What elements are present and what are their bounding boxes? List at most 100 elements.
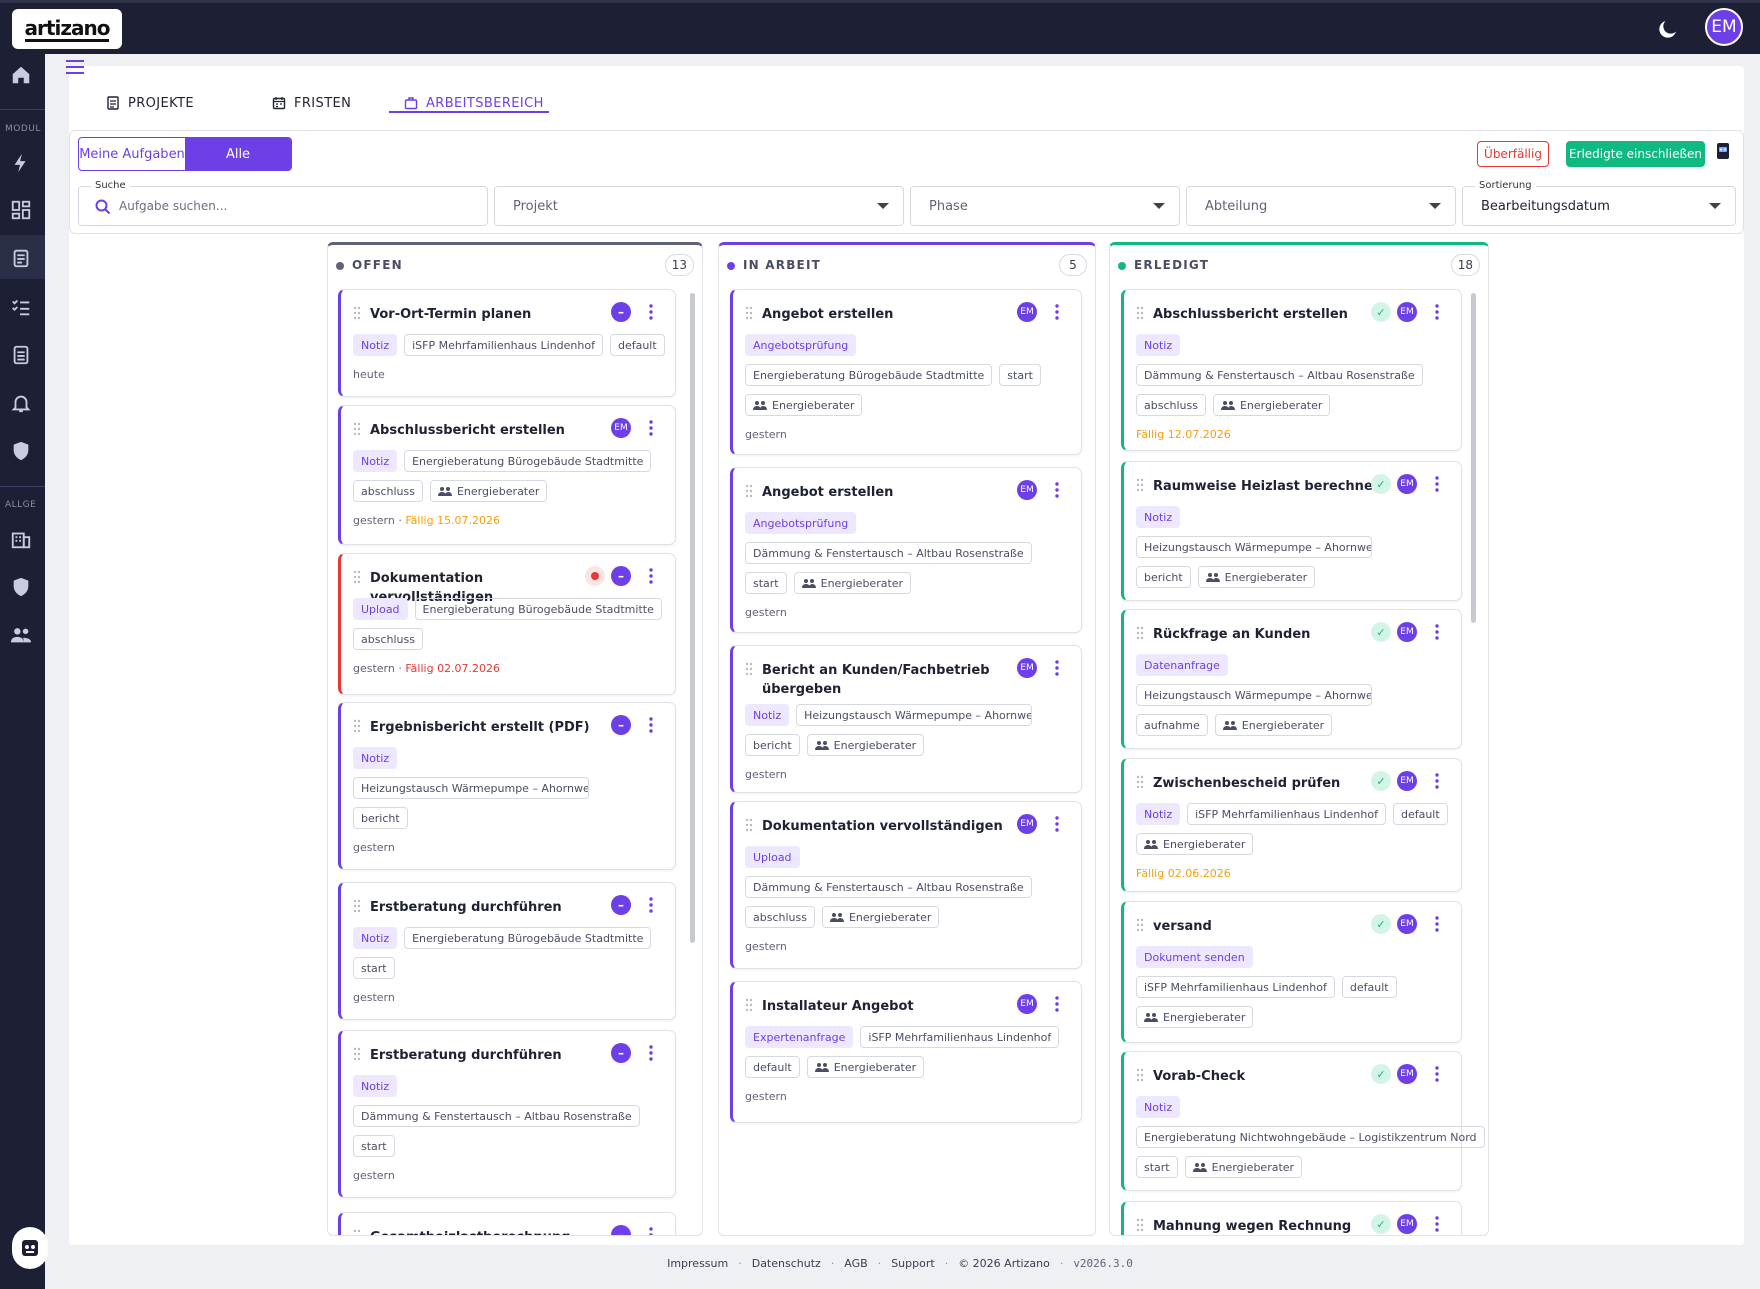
remove-assignee-icon[interactable]: – [611, 895, 631, 915]
footer-link-support[interactable]: Support [891, 1257, 934, 1270]
task-title[interactable]: Dokumentation vervollständigen [762, 817, 1004, 836]
checklist-icon[interactable] [10, 296, 32, 318]
task-card[interactable]: Dokumentation vervollständigen – Upload Ene… [338, 553, 676, 695]
lightning-icon[interactable] [10, 152, 32, 174]
footer-link-agb[interactable]: AGB [844, 1257, 867, 1270]
task-title[interactable]: Gesamtheizlastberechnung [370, 1228, 598, 1235]
users-icon[interactable] [10, 624, 32, 646]
task-card[interactable]: versand EM ✓ Dokument senden iSFP Mehrfamili… [1121, 901, 1462, 1043]
remove-assignee-icon[interactable]: – [611, 1225, 631, 1235]
dark-mode-moon-icon[interactable] [1656, 17, 1680, 41]
task-card[interactable]: Vor-Ort-Termin planen – Notiz iSFP Mehrfami… [338, 289, 676, 397]
document-icon[interactable] [10, 344, 32, 366]
shield-settings-icon[interactable] [10, 440, 32, 462]
assignee-avatar[interactable]: EM [1397, 914, 1417, 934]
toggle-all[interactable]: Alle [185, 138, 291, 170]
user-avatar[interactable]: EM [1705, 8, 1743, 46]
drag-handle-icon[interactable] [353, 1047, 361, 1061]
more-options-icon[interactable] [649, 1227, 653, 1236]
more-options-icon[interactable] [1055, 816, 1059, 832]
assignee-avatar[interactable]: EM [1017, 480, 1037, 500]
drag-handle-icon[interactable] [1136, 306, 1144, 320]
project-select[interactable]: Projekt [494, 186, 904, 226]
drag-handle-icon[interactable] [353, 570, 361, 584]
assignee-avatar[interactable]: EM [1017, 994, 1037, 1014]
toggle-my-tasks[interactable]: Meine Aufgaben [79, 138, 185, 170]
drag-handle-icon[interactable] [745, 306, 753, 320]
task-card[interactable]: Mahnung wegen Rechnung EM ✓ [1121, 1201, 1462, 1235]
footer-link-impressum[interactable]: Impressum [667, 1257, 728, 1270]
shield-icon[interactable] [10, 576, 32, 598]
column-scrollbar[interactable] [1471, 293, 1476, 623]
drag-handle-icon[interactable] [1136, 1218, 1144, 1232]
search-input[interactable]: Aufgabe suchen... [78, 186, 488, 226]
task-card[interactable]: Gesamtheizlastberechnung – [338, 1212, 676, 1236]
task-card[interactable]: Bericht an Kunden/Fachbetrieb übergeben E… [730, 645, 1082, 793]
assignee-avatar[interactable]: EM [1397, 771, 1417, 791]
more-options-icon[interactable] [1055, 304, 1059, 320]
task-card[interactable]: Raumweise Heizlast berechnet EM ✓ Notiz Heiz… [1121, 461, 1462, 601]
remove-assignee-icon[interactable]: – [611, 715, 631, 735]
drag-handle-icon[interactable] [353, 1229, 361, 1236]
task-title[interactable]: Erstberatung durchführen [370, 898, 598, 917]
assignee-avatar[interactable]: EM [1017, 302, 1037, 322]
more-options-icon[interactable] [649, 568, 653, 584]
task-title[interactable]: Mahnung wegen Rechnung [1153, 1217, 1384, 1235]
department-select[interactable]: Abteilung [1186, 186, 1456, 226]
more-options-icon[interactable] [649, 420, 653, 436]
task-title[interactable]: Vor-Ort-Termin planen [370, 305, 598, 324]
more-options-icon[interactable] [1435, 1066, 1439, 1082]
robot-icon[interactable] [1716, 141, 1730, 161]
more-options-icon[interactable] [1435, 773, 1439, 789]
more-options-icon[interactable] [1435, 1216, 1439, 1232]
remove-assignee-icon[interactable]: – [611, 302, 631, 322]
task-card[interactable]: Erstberatung durchführen – Notiz Dämmung & … [338, 1030, 676, 1198]
assignee-avatar[interactable]: EM [1397, 622, 1417, 642]
more-options-icon[interactable] [1435, 624, 1439, 640]
assignee-avatar[interactable]: EM [1017, 658, 1037, 678]
dashboard-icon[interactable] [10, 199, 32, 221]
home-icon[interactable] [10, 64, 32, 86]
drag-handle-icon[interactable] [1136, 626, 1144, 640]
menu-hamburger-icon[interactable] [66, 60, 84, 74]
more-options-icon[interactable] [1055, 996, 1059, 1012]
assignee-avatar[interactable]: EM [1397, 1064, 1417, 1084]
task-title[interactable]: Angebot erstellen [762, 483, 1004, 502]
task-title[interactable]: Raumweise Heizlast berechnet [1153, 477, 1384, 496]
more-options-icon[interactable] [649, 897, 653, 913]
overdue-filter-button[interactable]: Überfällig [1477, 141, 1549, 167]
task-card[interactable]: Rückfrage an Kunden EM ✓ Datenanfrage Heizun… [1121, 609, 1462, 749]
task-card[interactable]: Dokumentation vervollständigen EM Upload Dä… [730, 801, 1082, 969]
more-options-icon[interactable] [1435, 476, 1439, 492]
drag-handle-icon[interactable] [745, 662, 753, 676]
task-title[interactable]: Angebot erstellen [762, 305, 1004, 324]
task-title[interactable]: versand [1153, 917, 1384, 936]
sort-select[interactable]: Bearbeitungsdatum [1462, 186, 1736, 226]
clipboard-list-icon[interactable] [10, 247, 32, 269]
task-card[interactable]: Installateur Angebot EM Expertenanfrage iSF… [730, 981, 1082, 1123]
tab-fristen[interactable]: FRISTEN [272, 92, 351, 114]
artizano-logo[interactable]: artizano [12, 9, 122, 49]
task-title[interactable]: Installateur Angebot [762, 997, 1004, 1016]
remove-assignee-icon[interactable]: – [611, 566, 631, 586]
drag-handle-icon[interactable] [745, 484, 753, 498]
drag-handle-icon[interactable] [745, 818, 753, 832]
task-card[interactable]: Abschlussbericht erstellen EM Notiz Energie… [338, 405, 676, 545]
task-title[interactable]: Zwischenbescheid prüfen [1153, 774, 1384, 793]
drag-handle-icon[interactable] [745, 998, 753, 1012]
task-card[interactable]: Angebot erstellen EM Angebotsprüfung Energi… [730, 289, 1082, 455]
task-title[interactable]: Erstberatung durchführen [370, 1046, 598, 1065]
drag-handle-icon[interactable] [1136, 1068, 1144, 1082]
building-icon[interactable] [10, 528, 32, 550]
drag-handle-icon[interactable] [353, 422, 361, 436]
more-options-icon[interactable] [1055, 660, 1059, 676]
tab-projekte[interactable]: PROJEKTE [106, 92, 194, 114]
more-options-icon[interactable] [649, 1045, 653, 1061]
task-card[interactable]: Zwischenbescheid prüfen EM ✓ Notiz iSFP Mehr… [1121, 758, 1462, 892]
footer-link-datenschutz[interactable]: Datenschutz [752, 1257, 821, 1270]
task-title[interactable]: Rückfrage an Kunden [1153, 625, 1384, 644]
more-options-icon[interactable] [1435, 304, 1439, 320]
drag-handle-icon[interactable] [353, 306, 361, 320]
task-title[interactable]: Abschlussbericht erstellen [1153, 305, 1384, 324]
drag-handle-icon[interactable] [1136, 918, 1144, 932]
